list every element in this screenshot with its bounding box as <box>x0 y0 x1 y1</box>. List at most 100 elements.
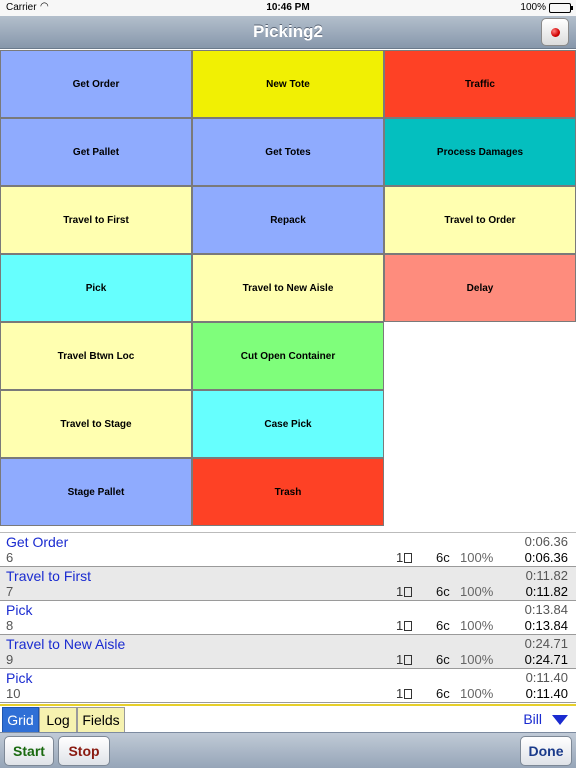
log-row[interactable]: Pick 8 0:13.84 1 6c 100% 0:13.84 <box>0 601 576 635</box>
chevron-down-icon[interactable] <box>552 715 568 725</box>
grid-cell[interactable]: Stage Pallet <box>0 458 192 526</box>
log-entry-number: 9 <box>6 652 14 667</box>
grid-cell[interactable]: Repack <box>192 186 384 254</box>
bottom-toolbar: Start Stop Done <box>0 732 576 768</box>
clock: 10:46 PM <box>266 2 310 13</box>
tab-fields[interactable]: Fields <box>77 707 125 733</box>
log-quantity: 1 <box>396 652 413 667</box>
log-total-time: 0:06.36 <box>524 550 568 565</box>
stop-button[interactable]: Stop <box>58 736 110 766</box>
log-entry-number: 6 <box>6 550 14 565</box>
grid-cell[interactable]: Get Order <box>0 50 192 118</box>
grid-cell[interactable]: Travel to New Aisle <box>192 254 384 322</box>
log-activity-name: Get Order <box>6 534 69 550</box>
grid-cell-label: Travel to Stage <box>60 418 132 430</box>
grid-cell-label: Trash <box>274 486 302 498</box>
grid-cell-label: Travel to New Aisle <box>242 282 334 294</box>
log-units: 6c <box>436 618 450 633</box>
log-percent: 100% <box>460 550 494 565</box>
log-quantity: 1 <box>396 550 413 565</box>
grid-cell-label: Traffic <box>464 78 495 90</box>
record-button[interactable] <box>541 18 569 46</box>
log-quantity-value: 1 <box>396 584 404 599</box>
log-percent: 100% <box>460 584 494 599</box>
grid-cell[interactable]: Travel to First <box>0 186 192 254</box>
record-dot-icon <box>551 28 560 37</box>
note-icon <box>404 587 413 597</box>
log-percent: 100% <box>460 652 494 667</box>
view-tab-bar: Grid Log Fields Bill <box>0 704 576 733</box>
grid-cell[interactable]: Get Pallet <box>0 118 192 186</box>
tab-log[interactable]: Log <box>39 707 77 733</box>
grid-cell[interactable]: Travel to Stage <box>0 390 192 458</box>
activity-log: Get Order 6 0:06.36 1 6c 100% 0:06.36 Tr… <box>0 532 576 703</box>
grid-cell-label: Delay <box>466 282 494 294</box>
start-button[interactable]: Start <box>4 736 54 766</box>
done-button[interactable]: Done <box>520 736 572 766</box>
log-activity-name: Pick <box>6 602 33 618</box>
log-percent: 100% <box>460 618 494 633</box>
log-row[interactable]: Get Order 6 0:06.36 1 6c 100% 0:06.36 <box>0 533 576 567</box>
grid-cell-label: Get Order <box>72 78 120 90</box>
battery-percent: 100% <box>520 2 546 13</box>
log-units: 6c <box>436 652 450 667</box>
grid-cell[interactable]: Process Damages <box>384 118 576 186</box>
grid-cell[interactable]: New Tote <box>192 50 384 118</box>
log-elapsed-time: 0:11.40 <box>525 670 568 685</box>
log-quantity-value: 1 <box>396 550 404 565</box>
note-icon <box>404 553 413 563</box>
grid-cell-label: Stage Pallet <box>67 486 125 498</box>
grid-cell[interactable]: Delay <box>384 254 576 322</box>
grid-cell-label: Get Pallet <box>72 146 120 158</box>
log-quantity: 1 <box>396 686 413 701</box>
grid-cell[interactable]: Travel Btwn Loc <box>0 322 192 390</box>
log-row[interactable]: Travel to New Aisle 9 0:24.71 1 6c 100% … <box>0 635 576 669</box>
grid-cell[interactable]: Case Pick <box>192 390 384 458</box>
log-row[interactable]: Travel to First 7 0:11.82 1 6c 100% 0:11… <box>0 567 576 601</box>
log-elapsed-time: 0:11.82 <box>525 568 568 583</box>
grid-cell-label: Travel to First <box>63 214 129 226</box>
log-units: 6c <box>436 550 450 565</box>
grid-cell[interactable]: Cut Open Container <box>192 322 384 390</box>
grid-cell[interactable]: Pick <box>0 254 192 322</box>
status-bar: Carrier ◠ 10:46 PM 100% <box>0 0 576 16</box>
nav-bar: Picking2 <box>0 16 576 49</box>
note-icon <box>404 655 413 665</box>
grid-cell-label: Case Pick <box>264 418 312 430</box>
log-units: 6c <box>436 686 450 701</box>
log-total-time: 0:11.40 <box>525 686 568 701</box>
battery-icon <box>549 3 573 13</box>
grid-cell[interactable]: Get Totes <box>192 118 384 186</box>
grid-cell-label: Repack <box>270 214 306 226</box>
page-title: Picking2 <box>253 22 323 41</box>
log-total-time: 0:11.82 <box>525 584 568 599</box>
user-name[interactable]: Bill <box>523 711 542 727</box>
log-elapsed-time: 0:24.71 <box>524 636 568 651</box>
log-quantity-value: 1 <box>396 618 404 633</box>
grid-cell-label: Travel to Order <box>444 214 516 226</box>
note-icon <box>404 689 413 699</box>
grid-cell-label: Travel Btwn Loc <box>57 350 135 362</box>
activity-grid: Get Order New Tote Traffic Get Pallet Ge… <box>0 50 576 528</box>
log-activity-name: Travel to First <box>6 568 92 584</box>
grid-cell-label: Cut Open Container <box>240 350 336 362</box>
log-elapsed-time: 0:13.84 <box>524 602 568 617</box>
grid-cell-label: Get Totes <box>265 146 311 158</box>
log-row[interactable]: Pick 10 0:11.40 1 6c 100% 0:11.40 <box>0 669 576 703</box>
tab-grid[interactable]: Grid <box>2 707 39 733</box>
log-quantity: 1 <box>396 618 413 633</box>
grid-cell[interactable]: Traffic <box>384 50 576 118</box>
log-units: 6c <box>436 584 450 599</box>
grid-cell-label: Process Damages <box>436 146 524 158</box>
log-activity-name: Pick <box>6 670 33 686</box>
log-quantity: 1 <box>396 584 413 599</box>
log-entry-number: 8 <box>6 618 14 633</box>
log-quantity-value: 1 <box>396 652 404 667</box>
grid-cell-label: New Tote <box>266 78 310 90</box>
log-entry-number: 7 <box>6 584 14 599</box>
note-icon <box>404 621 413 631</box>
grid-cell[interactable]: Trash <box>192 458 384 526</box>
grid-cell[interactable]: Travel to Order <box>384 186 576 254</box>
log-percent: 100% <box>460 686 494 701</box>
log-total-time: 0:13.84 <box>524 618 568 633</box>
